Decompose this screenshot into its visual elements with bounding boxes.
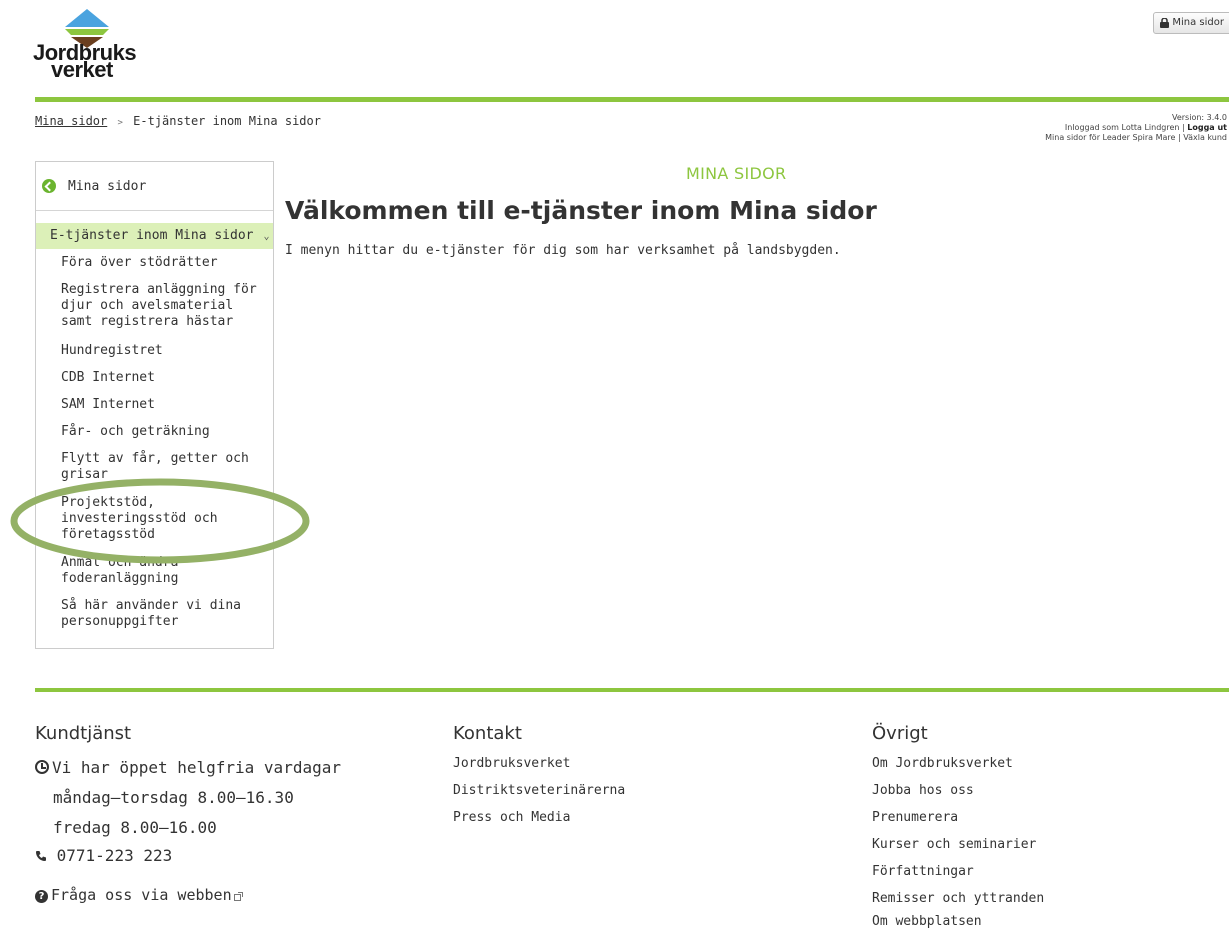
footer-link-om-webbplatsen[interactable]: Om webbplatsen (872, 914, 982, 929)
external-link-icon (233, 892, 243, 901)
user-info: Version: 3.4.0 Inloggad som Lotta Lindgr… (1045, 113, 1227, 143)
page-eyebrow: MINA SIDOR (686, 164, 787, 183)
sidebar-item-registrera-anlaggning[interactable]: Registrera anläggning för djur och avels… (61, 282, 266, 330)
logout-link[interactable]: Logga ut (1187, 123, 1227, 132)
footer-kontakt-title: Kontakt (453, 723, 522, 744)
footer-ovrigt-title: Övrigt (872, 723, 928, 744)
footer-link-jordbruksverket[interactable]: Jordbruksverket (453, 756, 570, 771)
footer-link-kurser-och-seminarier[interactable]: Kurser och seminarier (872, 837, 1036, 852)
sidebar-item-hundregistret[interactable]: Hundregistret (61, 343, 266, 359)
phone-icon (36, 851, 46, 861)
lock-icon (1160, 18, 1170, 28)
footer-link-prenumerera[interactable]: Prenumerera (872, 810, 958, 825)
sidebar-item-sam-internet[interactable]: SAM Internet (61, 397, 266, 413)
breadcrumb-home-link[interactable]: Mina sidor (35, 114, 107, 128)
footer-link-remisser-och-yttranden[interactable]: Remisser och yttranden (872, 891, 1044, 906)
footer-link-om-jordbruksverket[interactable]: Om Jordbruksverket (872, 756, 1013, 771)
footer-phone[interactable]: 0771-223 223 (35, 846, 172, 865)
mina-sidor-button[interactable]: Mina sidor (1153, 12, 1229, 34)
customer-switch-text[interactable]: Mina sidor för Leader Spira Mare | Växla… (1045, 133, 1227, 143)
breadcrumb-separator: > (117, 118, 123, 128)
footer-phone-number: 0771-223 223 (56, 846, 173, 865)
page-intro: I menyn hittar du e-tjänster för dig som… (285, 243, 841, 258)
highlight-ellipse (10, 478, 310, 564)
footer-hours-mon-thu: måndag–torsdag 8.00–16.30 (53, 788, 294, 807)
footer-kundtjanst-title: Kundtjänst (35, 723, 132, 744)
logged-in-text: Inloggad som Lotta Lindgren | (1064, 123, 1185, 132)
footer-link-jobba-hos-oss[interactable]: Jobba hos oss (872, 783, 974, 798)
sidebar-home-link[interactable]: Mina sidor (36, 162, 273, 211)
sidebar-section-etjanster[interactable]: E-tjänster inom Mina sidor ⌄ (36, 223, 273, 249)
footer-link-forfattningar[interactable]: Författningar (872, 864, 974, 879)
sidebar-section-label: E-tjänster inom Mina sidor (50, 228, 254, 243)
footer-opening-hours: Vi har öppet helgfria vardagar (35, 758, 341, 777)
jordbruksverket-logo[interactable]: Jordbruks verket (33, 6, 143, 92)
back-circle-icon (42, 179, 56, 193)
footer-open-text: Vi har öppet helgfria vardagar (52, 758, 341, 777)
footer-hours-fri: fredag 8.00–16.00 (53, 818, 217, 837)
breadcrumb: Mina sidor > E-tjänster inom Mina sidor (35, 114, 321, 128)
question-circle-icon: ? (35, 890, 48, 903)
breadcrumb-current: E-tjänster inom Mina sidor (133, 114, 321, 128)
logo-wordmark: Jordbruks verket (33, 42, 137, 81)
clock-icon (35, 760, 49, 774)
footer-divider (35, 688, 1229, 692)
footer-web-question-link[interactable]: ? Fråga oss via webben (35, 886, 243, 904)
sidebar-home-label: Mina sidor (68, 178, 147, 194)
sidebar-item-far-och-getrakning[interactable]: Får- och geträkning (61, 424, 266, 440)
footer-web-label: Fråga oss via webben (51, 886, 232, 904)
mina-sidor-button-label: Mina sidor (1172, 17, 1224, 28)
sidebar-item-fora-over-stodratter[interactable]: Föra över stödrätter (61, 255, 266, 271)
sidebar-nav: Mina sidor E-tjänster inom Mina sidor ⌄ F… (35, 161, 274, 649)
version-text: Version: 3.4.0 (1171, 113, 1227, 122)
page-title: Välkommen till e-tjänster inom Mina sido… (285, 196, 877, 225)
footer-link-press-och-media[interactable]: Press och Media (453, 810, 570, 825)
header-divider (35, 97, 1229, 102)
sidebar-item-cdb-internet[interactable]: CDB Internet (61, 370, 266, 386)
sidebar-item-personuppgifter[interactable]: Så här använder vi dina personuppgifter (61, 598, 266, 630)
footer-link-distriktsveterinarerna[interactable]: Distriktsveterinärerna (453, 783, 625, 798)
chevron-down-icon: ⌄ (263, 231, 270, 242)
